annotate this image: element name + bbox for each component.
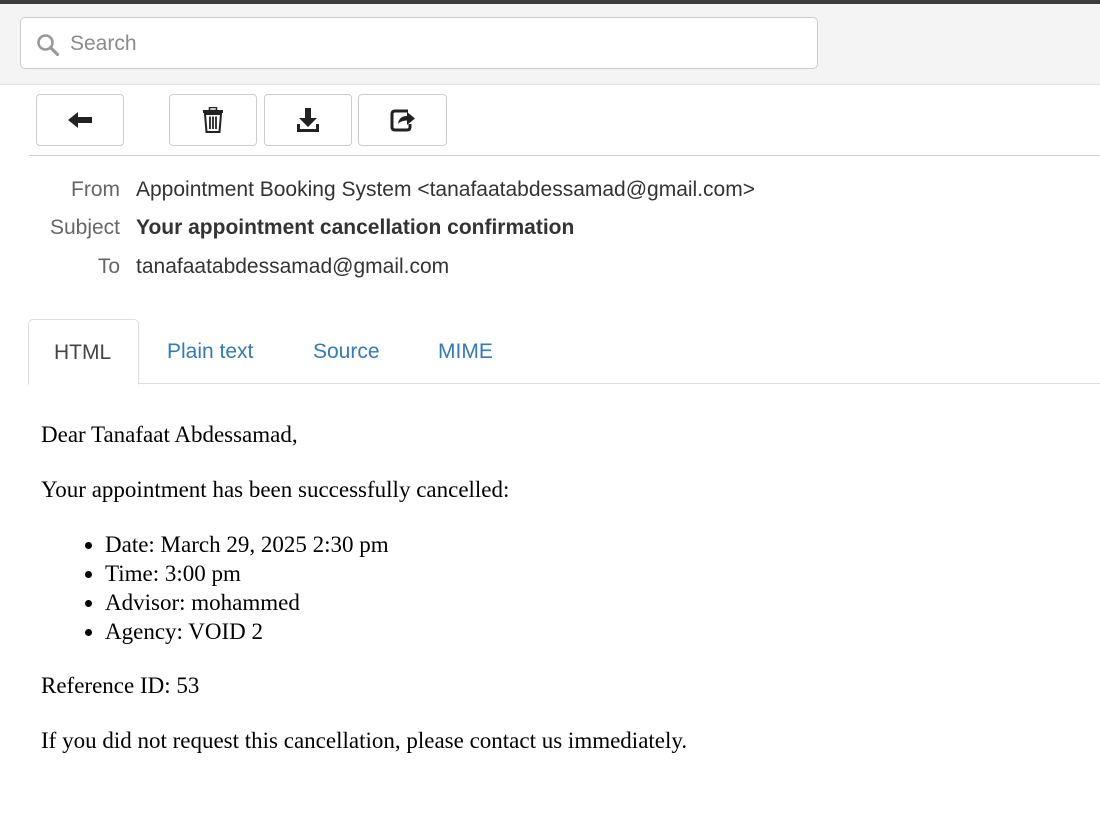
download-icon <box>297 108 319 132</box>
reference-id: Reference ID: 53 <box>41 673 200 698</box>
tab-source[interactable]: Source <box>313 319 380 384</box>
toolbar-divider <box>29 155 1100 156</box>
header-subject-row: Subject Your appointment cancellation co… <box>0 216 1100 246</box>
intro-text: Your appointment has been successfully c… <box>41 477 510 502</box>
detail-advisor: Advisor: mohammed <box>105 588 1081 617</box>
message-body: Dear Tanafaat Abdessamad, Your appointme… <box>41 420 1081 755</box>
detail-agency: Agency: VOID 2 <box>105 617 1081 646</box>
to-value[interactable]: tanafaatabdessamad@gmail.com <box>136 255 449 279</box>
detail-date: Date: March 29, 2025 2:30 pm <box>105 530 1081 559</box>
subject-label: Subject <box>49 216 120 239</box>
share-icon <box>390 109 415 132</box>
search-icon <box>37 34 60 57</box>
tabs-divider <box>28 383 1100 384</box>
detail-time: Time: 3:00 pm <box>105 559 1081 588</box>
back-button[interactable] <box>36 94 124 146</box>
header-to-row: To tanafaatabdessamad@gmail.com <box>0 255 1100 285</box>
subject-value: Your appointment cancellation confirmati… <box>136 216 575 239</box>
appointment-details-list: Date: March 29, 2025 2:30 pm Time: 3:00 … <box>41 530 1081 646</box>
from-label: From <box>71 178 120 201</box>
view-tabs: HTML Plain text Source MIME <box>28 319 1100 385</box>
search-bar <box>0 4 1100 85</box>
tab-mime[interactable]: MIME <box>438 319 493 384</box>
from-value[interactable]: Appointment Booking System <tanafaatabde… <box>136 178 755 202</box>
tab-html[interactable]: HTML <box>28 319 139 385</box>
delete-button[interactable] <box>169 94 257 146</box>
forward-button[interactable] <box>358 94 447 146</box>
arrow-left-icon <box>68 112 92 128</box>
download-button[interactable] <box>264 94 352 146</box>
to-label: To <box>97 255 120 278</box>
tab-plain-text[interactable]: Plain text <box>167 319 253 384</box>
header-from-row: From Appointment Booking System <tanafaa… <box>0 178 1100 208</box>
trash-icon <box>203 107 223 133</box>
closing-text: If you did not request this cancellation… <box>41 728 688 753</box>
greeting: Dear Tanafaat Abdessamad, <box>41 422 298 447</box>
search-input[interactable] <box>68 28 792 60</box>
search-box[interactable] <box>20 17 818 69</box>
